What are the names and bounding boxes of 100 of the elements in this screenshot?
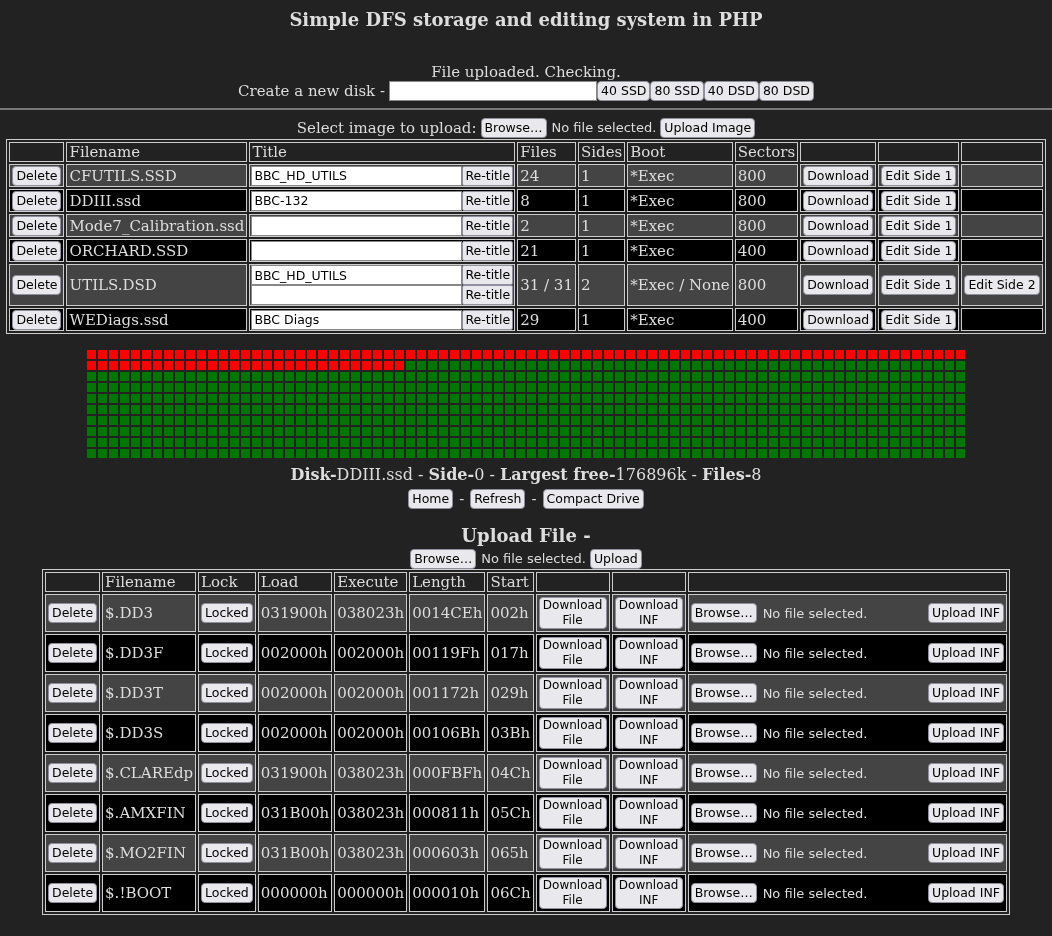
load-address: 031B00h — [260, 844, 330, 862]
delete-button[interactable]: Delete — [12, 240, 62, 261]
download-file-button[interactable]: Download File — [538, 677, 607, 709]
lock-button[interactable]: Locked — [201, 683, 253, 703]
upload-inf-button[interactable]: Upload INF — [928, 683, 1004, 703]
upload-inf-button[interactable]: Upload INF — [928, 603, 1004, 623]
edit-side-button[interactable]: Edit Side 1 — [881, 309, 957, 330]
download-inf-button[interactable]: Download INF — [614, 597, 683, 629]
retitle-button[interactable]: Re-title — [462, 309, 514, 330]
download-button[interactable]: Download — [803, 215, 874, 236]
download-file-button[interactable]: Download File — [538, 757, 607, 789]
edit-side-button[interactable]: Edit Side 1 — [881, 240, 957, 261]
title-field[interactable]: BBC_HD_UTILS — [251, 265, 463, 285]
download-button[interactable]: Download — [803, 240, 874, 261]
upload-inf-button[interactable]: Upload INF — [928, 803, 1004, 823]
download-button[interactable]: Download — [803, 190, 874, 211]
browse-button[interactable]: Browse… — [690, 643, 757, 663]
edit-side-button[interactable]: Edit Side 1 — [881, 215, 957, 236]
browse-button[interactable]: Browse… — [410, 549, 477, 569]
title-field[interactable] — [251, 240, 463, 261]
start-sector: 029h — [490, 684, 529, 702]
execute-address: 038023h — [337, 804, 405, 822]
download-button[interactable]: Download — [803, 165, 874, 186]
browse-button[interactable]: Browse… — [690, 723, 757, 743]
retitle-button[interactable]: Re-title — [462, 190, 514, 211]
delete-button[interactable]: Delete — [48, 723, 98, 743]
download-file-button[interactable]: Download File — [538, 877, 607, 909]
lock-button[interactable]: Locked — [201, 843, 253, 863]
lock-button[interactable]: Locked — [201, 723, 253, 743]
edit-side-button[interactable]: Edit Side 2 — [964, 275, 1040, 295]
browse-button[interactable]: Browse… — [690, 843, 757, 863]
browse-button[interactable]: Browse… — [480, 118, 547, 138]
title-field[interactable] — [251, 285, 463, 305]
download-inf-button[interactable]: Download INF — [614, 837, 683, 869]
browse-button[interactable]: Browse… — [690, 763, 757, 783]
download-button[interactable]: Download — [803, 309, 874, 330]
create-disk-button[interactable]: 40 DSD — [703, 81, 759, 101]
upload-inf-button[interactable]: Upload INF — [928, 643, 1004, 663]
edit-side-button[interactable]: Edit Side 1 — [881, 165, 957, 186]
delete-button[interactable]: Delete — [48, 803, 98, 823]
download-inf-button[interactable]: Download INF — [614, 637, 683, 669]
load-address: 031900h — [260, 604, 328, 622]
create-disk-button[interactable]: 40 SSD — [597, 81, 651, 101]
lock-button[interactable]: Locked — [201, 603, 253, 623]
delete-button[interactable]: Delete — [12, 190, 62, 211]
lock-button[interactable]: Locked — [201, 763, 253, 783]
lock-button[interactable]: Locked — [201, 883, 253, 903]
nav-button[interactable]: Refresh — [470, 489, 526, 509]
upload-button[interactable]: Upload — [589, 549, 642, 569]
lock-button[interactable]: Locked — [201, 643, 253, 663]
separator-text: - — [459, 490, 465, 508]
download-inf-button[interactable]: Download INF — [614, 677, 683, 709]
lock-button[interactable]: Locked — [201, 803, 253, 823]
browse-button[interactable]: Browse… — [690, 683, 757, 703]
retitle-button[interactable]: Re-title — [462, 165, 514, 186]
upload-inf-button[interactable]: Upload INF — [928, 843, 1004, 863]
retitle-button[interactable]: Re-title — [462, 285, 514, 305]
title-field[interactable]: BBC_HD_UTILS — [251, 165, 463, 186]
create-disk-button[interactable]: 80 SSD — [650, 81, 704, 101]
delete-button[interactable]: Delete — [48, 603, 98, 623]
delete-button[interactable]: Delete — [12, 309, 62, 330]
sectors-count: 400 — [737, 310, 767, 329]
delete-button[interactable]: Delete — [12, 215, 62, 236]
download-file-button[interactable]: Download File — [538, 637, 607, 669]
download-inf-button[interactable]: Download INF — [614, 717, 683, 749]
browse-button[interactable]: Browse… — [690, 603, 757, 623]
delete-button[interactable]: Delete — [48, 643, 98, 663]
delete-button[interactable]: Delete — [12, 165, 62, 186]
upload-inf-button[interactable]: Upload INF — [928, 763, 1004, 783]
retitle-button[interactable]: Re-title — [462, 265, 514, 285]
download-file-button[interactable]: Download File — [538, 797, 607, 829]
download-inf-button[interactable]: Download INF — [614, 757, 683, 789]
retitle-button[interactable]: Re-title — [462, 240, 514, 261]
disk-name-field[interactable] — [389, 81, 598, 101]
edit-side-button[interactable]: Edit Side 1 — [881, 190, 957, 211]
delete-button[interactable]: Delete — [48, 843, 98, 863]
download-inf-button[interactable]: Download INF — [614, 877, 683, 909]
title-field[interactable] — [251, 215, 463, 236]
upload-image-button[interactable]: Upload Image — [660, 118, 756, 138]
download-file-button[interactable]: Download File — [538, 717, 607, 749]
upload-inf-button[interactable]: Upload INF — [928, 883, 1004, 903]
download-file-button[interactable]: Download File — [538, 837, 607, 869]
edit-side-button[interactable]: Edit Side 1 — [881, 275, 957, 295]
browse-button[interactable]: Browse… — [690, 883, 757, 903]
browse-button[interactable]: Browse… — [690, 803, 757, 823]
title-field[interactable]: BBC Diags — [251, 309, 463, 330]
download-file-button[interactable]: Download File — [538, 597, 607, 629]
delete-button[interactable]: Delete — [48, 763, 98, 783]
column-header: Filename — [69, 143, 141, 161]
nav-button[interactable]: Compact Drive — [542, 489, 644, 509]
delete-button[interactable]: Delete — [48, 683, 98, 703]
create-disk-button[interactable]: 80 DSD — [758, 81, 814, 101]
download-button[interactable]: Download — [803, 275, 874, 295]
download-inf-button[interactable]: Download INF — [614, 797, 683, 829]
delete-button[interactable]: Delete — [12, 275, 62, 295]
delete-button[interactable]: Delete — [48, 883, 98, 903]
upload-inf-button[interactable]: Upload INF — [928, 723, 1004, 743]
retitle-button[interactable]: Re-title — [462, 215, 514, 236]
title-field[interactable]: BBC-132 — [251, 190, 463, 211]
nav-button[interactable]: Home — [408, 489, 454, 509]
